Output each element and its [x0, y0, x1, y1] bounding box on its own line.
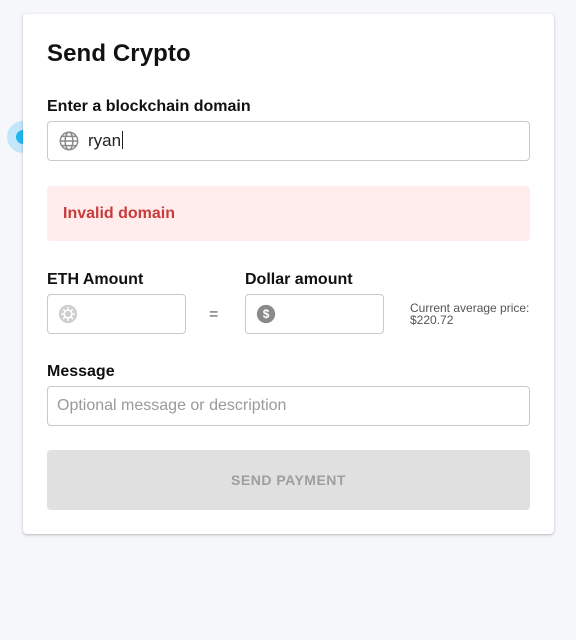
dollar-amount-input[interactable]: $: [245, 294, 384, 334]
message-label: Message: [47, 363, 115, 380]
dollar-icon: $: [255, 303, 277, 325]
message-input[interactable]: Optional message or description: [47, 386, 530, 426]
eth-amount-input[interactable]: [47, 294, 186, 334]
domain-input[interactable]: ryan: [47, 121, 530, 161]
text-cursor: [122, 131, 124, 149]
error-alert: Invalid domain: [47, 186, 530, 241]
current-price-value: $220.72: [410, 313, 454, 327]
svg-text:$: $: [263, 307, 270, 321]
globe-icon: [58, 130, 80, 152]
message-placeholder: Optional message or description: [57, 397, 287, 414]
current-price-note: Current average price: $220.72: [410, 302, 540, 326]
domain-value: ryan: [88, 131, 124, 150]
ethereum-icon: [57, 303, 79, 325]
send-payment-button[interactable]: SEND PAYMENT: [47, 450, 530, 510]
equals-sign: =: [209, 306, 219, 323]
domain-label: Enter a blockchain domain: [47, 98, 251, 115]
dollar-amount-label: Dollar amount: [245, 271, 353, 288]
eth-amount-label: ETH Amount: [47, 271, 144, 288]
page-title: Send Crypto: [47, 40, 191, 67]
error-message: Invalid domain: [63, 204, 176, 222]
send-crypto-card: Send Crypto Enter a blockchain domain ry…: [23, 14, 554, 534]
